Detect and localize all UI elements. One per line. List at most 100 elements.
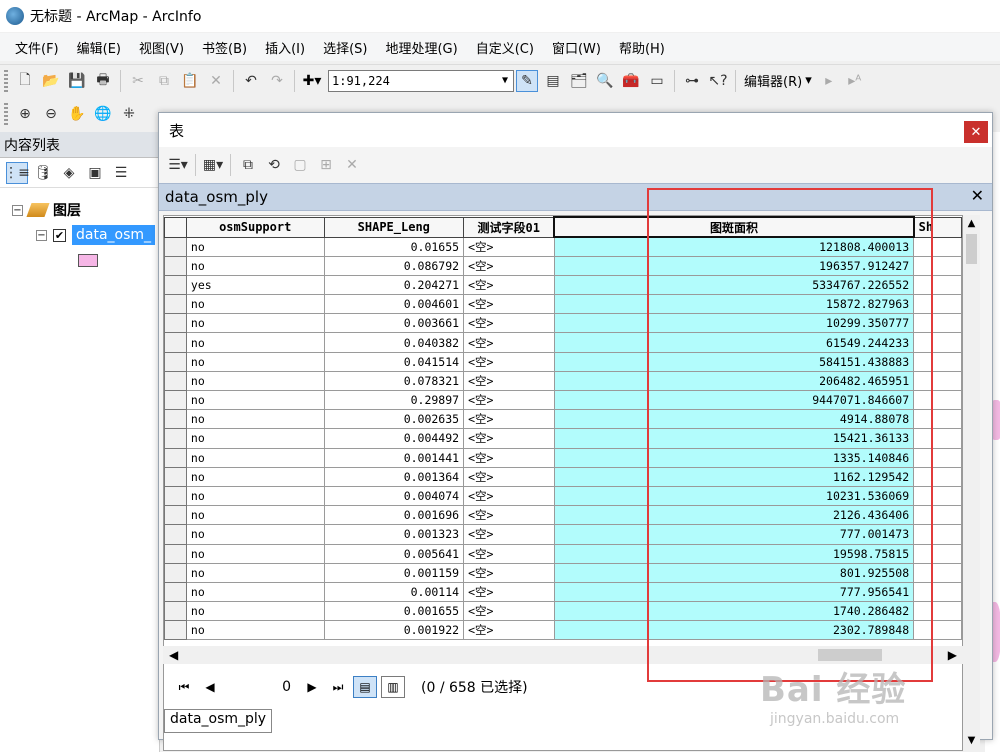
table-row[interactable]: no 0.004492 <空> 15421.36133 [164,428,962,449]
table-row[interactable]: no 0.001159 <空> 801.925508 [164,562,962,583]
editor-toolbar-icon[interactable]: ✎ [516,69,538,92]
whats-this-icon[interactable]: ↖? [707,70,729,92]
cell-osmsupport[interactable]: no [185,562,325,583]
current-record-field[interactable]: 0 [225,676,295,698]
cell-test-field[interactable]: <空> [463,255,555,276]
table-row[interactable]: yes 0.204271 <空> 5334767.226552 [164,274,962,296]
switch-selection-icon[interactable]: ⟲ [263,154,285,176]
cell-patch-area[interactable]: 15872.827963 [553,294,915,315]
table-row[interactable]: no 0.001922 <空> 2302.789848 [164,620,962,641]
row-selector[interactable] [164,581,187,603]
table-row[interactable]: no 0.003661 <空> 10299.350777 [164,313,962,334]
cell-shape-area[interactable] [913,543,962,564]
table-row[interactable]: no 0.001364 <空> 1162.129542 [164,466,962,487]
cell-shape-leng[interactable]: 0.004074 [323,485,465,507]
column-header-shape-area[interactable]: Sh [913,216,962,238]
cell-shape-leng[interactable]: 0.001655 [323,601,465,622]
row-selector[interactable] [164,313,187,334]
cell-shape-area[interactable] [913,409,962,430]
cell-shape-area[interactable] [913,620,962,641]
cell-test-field[interactable]: <空> [463,505,555,526]
cell-shape-area[interactable] [913,332,962,353]
cell-patch-area[interactable]: 5334767.226552 [553,274,915,296]
cell-shape-leng[interactable]: 0.002635 [323,409,465,430]
list-by-selection-icon[interactable]: ▣ [84,162,106,184]
cell-shape-leng[interactable]: 0.078321 [323,370,465,392]
cell-shape-area[interactable] [913,447,962,468]
table-window-titlebar[interactable]: 表 ✕ [159,113,992,147]
options-icon[interactable]: ☰ [110,162,132,184]
cell-test-field[interactable]: <空> [463,332,555,353]
table-row[interactable]: no 0.00114 <空> 777.956541 [164,581,962,603]
cell-shape-area[interactable] [913,562,962,583]
menu-view[interactable]: 视图(V) [132,38,191,57]
cell-osmsupport[interactable]: no [185,428,325,449]
cell-osmsupport[interactable]: no [185,524,325,545]
full-extent-globe-icon[interactable]: 🌐 [92,103,114,125]
toc-layer-data-osm[interactable]: − ✔ data_osm_ [36,225,156,245]
toolbar-grip[interactable] [4,69,8,92]
row-selector-header[interactable] [164,216,187,238]
cell-patch-area[interactable]: 777.956541 [553,581,915,603]
list-by-source-icon[interactable]: 🛢 [32,162,54,184]
menu-customize[interactable]: 自定义(C) [469,38,541,57]
cell-shape-leng[interactable]: 0.001922 [323,620,465,641]
delete-icon[interactable]: ✕ [205,70,227,92]
column-header-shape-leng[interactable]: SHAPE_Leng [323,216,465,238]
editor-menu-button[interactable]: 编辑器(R) ▾ [740,71,816,90]
zoom-out-icon[interactable]: ⊖ [40,103,62,125]
delete-selected-icon[interactable]: ✕ [341,154,363,176]
cell-shape-area[interactable] [913,485,962,507]
row-selector[interactable] [164,562,187,583]
table-row[interactable]: no 0.086792 <空> 196357.912427 [164,255,962,276]
toc-root-layers[interactable]: − 图层 [12,200,81,220]
table-row[interactable]: no 0.001696 <空> 2126.436406 [164,505,962,526]
menu-windows[interactable]: 窗口(W) [545,38,608,57]
menu-insert[interactable]: 插入(I) [258,38,312,57]
undo-icon[interactable]: ↶ [240,70,262,92]
layer-visibility-checkbox[interactable]: ✔ [53,228,66,242]
cell-patch-area[interactable]: 584151.438883 [553,351,915,372]
cell-patch-area[interactable]: 206482.465951 [553,370,915,392]
cell-osmsupport[interactable]: no [185,466,325,487]
row-selector[interactable] [164,620,187,641]
cell-test-field[interactable]: <空> [463,466,555,487]
row-selector[interactable] [164,255,187,276]
menu-edit[interactable]: 编辑(E) [70,38,128,57]
table-of-contents-icon[interactable]: ▤ [542,70,564,92]
row-selector[interactable] [164,447,187,468]
print-icon[interactable]: 🖶 [92,70,114,92]
cell-test-field[interactable]: <空> [463,409,555,430]
cell-shape-leng[interactable]: 0.001441 [323,447,465,468]
cell-shape-leng[interactable]: 0.004492 [323,428,465,449]
cell-osmsupport[interactable]: no [185,294,325,315]
cell-patch-area[interactable]: 10231.536069 [553,485,915,507]
scroll-down-icon[interactable]: ▼ [963,732,980,749]
cell-shape-area[interactable] [913,370,962,392]
cell-shape-area[interactable] [913,428,962,449]
menu-help[interactable]: 帮助(H) [612,38,672,57]
row-selector[interactable] [164,428,187,449]
column-header-patch-area[interactable]: 图斑面积 [553,216,915,238]
cell-shape-area[interactable] [913,274,962,296]
cell-patch-area[interactable]: 777.001473 [553,524,915,545]
cell-shape-area[interactable] [913,389,962,411]
table-row[interactable]: no 0.001441 <空> 1335.140846 [164,447,962,468]
cell-test-field[interactable]: <空> [463,524,555,545]
cell-shape-area[interactable] [913,313,962,334]
cell-test-field[interactable]: <空> [463,447,555,468]
catalog-icon[interactable]: 🗂 [568,70,590,92]
cell-shape-leng[interactable]: 0.001323 [323,524,465,545]
arctoolbox-icon[interactable]: 🧰 [620,70,642,92]
clear-selection-icon[interactable]: ▢ [289,154,311,176]
column-header-test-field[interactable]: 测试字段01 [463,216,555,238]
search-window-icon[interactable]: 🔍 [594,70,616,92]
cell-osmsupport[interactable]: no [185,447,325,468]
table-row[interactable]: no 0.001655 <空> 1740.286482 [164,601,962,622]
cell-test-field[interactable]: <空> [463,294,555,315]
bottom-table-tab[interactable]: data_osm_ply [164,709,273,733]
polygon-symbol-swatch[interactable] [78,254,98,267]
cell-patch-area[interactable]: 121808.400013 [553,236,915,257]
cell-patch-area[interactable]: 1162.129542 [553,466,915,487]
table-row[interactable]: no 0.040382 <空> 61549.244233 [164,332,962,353]
